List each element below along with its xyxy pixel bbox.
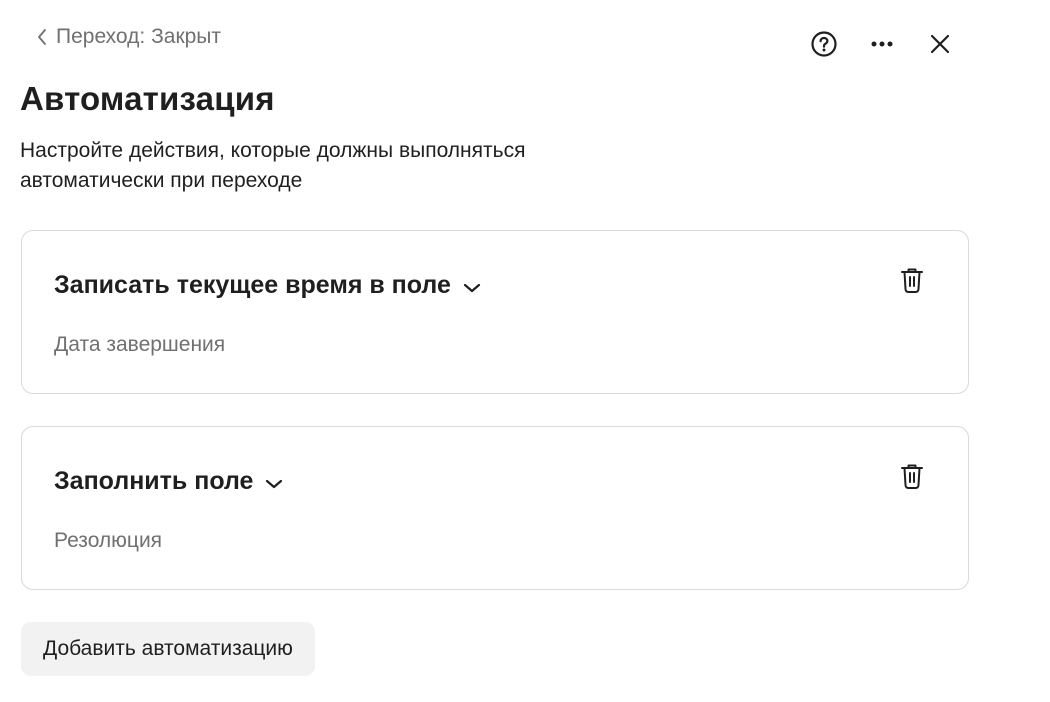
- trash-icon: [900, 463, 924, 496]
- page-description: Настройте действия, которые должны выпол…: [20, 139, 526, 192]
- add-automation-button[interactable]: Добавить автоматизацию: [21, 622, 315, 676]
- help-icon: [810, 30, 838, 58]
- automation-action-dropdown[interactable]: Заполнить поле: [54, 467, 283, 496]
- back-link-label: Переход: Закрыт: [56, 25, 222, 48]
- delete-automation-button[interactable]: [896, 267, 928, 299]
- automation-field-value[interactable]: Дата завершения: [54, 333, 225, 357]
- automation-action-dropdown[interactable]: Записать текущее время в поле: [54, 271, 481, 300]
- more-button[interactable]: [866, 28, 898, 60]
- back-link[interactable]: Переход: Закрыт: [36, 22, 221, 52]
- automation-action-label: Записать текущее время в поле: [54, 271, 451, 299]
- more-icon: [870, 40, 894, 48]
- automation-card: Заполнить поле Резолюция: [21, 426, 969, 590]
- close-icon: [929, 33, 951, 55]
- help-button[interactable]: [808, 28, 840, 60]
- chevron-down-icon: [463, 278, 481, 294]
- close-button[interactable]: [924, 28, 956, 60]
- page-title: Автоматизация: [20, 80, 275, 117]
- automation-action-label: Заполнить поле: [54, 467, 254, 495]
- automation-card: Записать текущее время в поле Дата завер…: [21, 230, 969, 394]
- delete-automation-button[interactable]: [896, 463, 928, 495]
- automation-panel: Переход: Закрыт Автоматизация Настройте …: [0, 0, 1050, 702]
- chevron-down-icon: [265, 474, 283, 490]
- automation-field-value[interactable]: Резолюция: [54, 529, 162, 553]
- trash-icon: [900, 267, 924, 300]
- chevron-left-icon: [36, 28, 48, 46]
- header-actions: [808, 28, 956, 60]
